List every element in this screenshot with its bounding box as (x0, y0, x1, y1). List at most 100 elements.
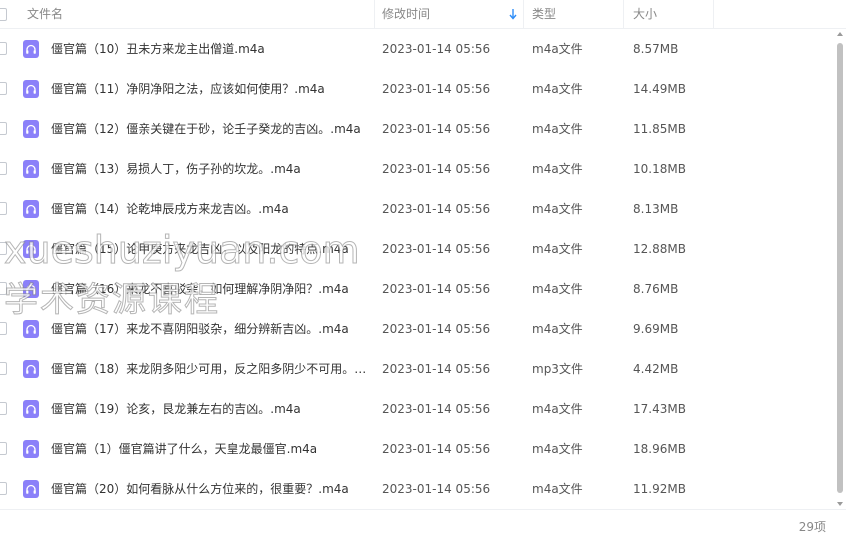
scroll-thumb[interactable] (837, 43, 843, 493)
file-modified-date: 2023-01-14 05:56 (382, 202, 491, 216)
file-list: 僵官篇（10）丑未方来龙主出僧道.m4a 2023-01-14 05:56 m4… (0, 29, 834, 509)
file-size: 10.18MB (633, 162, 686, 176)
file-row[interactable]: 僵官篇（13）易损人丁，伤子孙的坎龙。.m4a 2023-01-14 05:56… (0, 149, 834, 189)
column-divider[interactable] (623, 0, 624, 29)
file-type: m4a文件 (532, 482, 583, 496)
file-name: 僵官篇（15）论甲庚方来龙吉凶，以及阳龙的特点.m4a (51, 242, 349, 256)
row-checkbox[interactable] (0, 202, 7, 215)
file-modified-date: 2023-01-14 05:56 (382, 122, 491, 136)
file-row[interactable]: 僵官篇（20）如何看脉从什么方位来的，很重要？.m4a 2023-01-14 0… (0, 469, 834, 509)
file-modified-date: 2023-01-14 05:56 (382, 482, 491, 496)
column-header-size[interactable]: 大小 (633, 0, 657, 29)
file-size: 12.88MB (633, 242, 686, 256)
audio-file-icon (23, 160, 39, 178)
file-modified-date: 2023-01-14 05:56 (382, 82, 491, 96)
audio-file-icon (23, 480, 39, 498)
file-modified-date: 2023-01-14 05:56 (382, 42, 491, 56)
file-name: 僵官篇（13）易损人丁，伤子孙的坎龙。.m4a (51, 162, 301, 176)
file-row[interactable]: 僵官篇（10）丑未方来龙主出僧道.m4a 2023-01-14 05:56 m4… (0, 29, 834, 69)
file-type: m4a文件 (532, 42, 583, 56)
sort-descending-icon[interactable] (508, 6, 518, 22)
file-modified-date: 2023-01-14 05:56 (382, 162, 491, 176)
file-type: m4a文件 (532, 442, 583, 456)
file-row[interactable]: 僵官篇（15）论甲庚方来龙吉凶，以及阳龙的特点.m4a 2023-01-14 0… (0, 229, 834, 269)
row-checkbox[interactable] (0, 82, 7, 95)
row-checkbox[interactable] (0, 122, 7, 135)
vertical-scrollbar[interactable] (834, 29, 846, 509)
row-checkbox[interactable] (0, 442, 7, 455)
file-type: m4a文件 (532, 162, 583, 176)
audio-file-icon (23, 240, 39, 258)
row-checkbox[interactable] (0, 362, 7, 375)
file-size: 17.43MB (633, 402, 686, 416)
item-count: 29项 (798, 520, 826, 534)
file-name: 僵官篇（1）僵官篇讲了什么，天皇龙最僵官.m4a (51, 442, 318, 456)
audio-file-icon (23, 280, 39, 298)
file-type: m4a文件 (532, 402, 583, 416)
select-all-checkbox[interactable] (0, 8, 7, 21)
file-row[interactable]: 僵官篇（16）来龙不喜驳杂，如何理解净阴净阳？.m4a 2023-01-14 0… (0, 269, 834, 309)
file-name: 僵官篇（10）丑未方来龙主出僧道.m4a (51, 42, 265, 56)
file-type: m4a文件 (532, 122, 583, 136)
file-row[interactable]: 僵官篇（14）论乾坤辰戌方来龙吉凶。.m4a 2023-01-14 05:56 … (0, 189, 834, 229)
row-checkbox[interactable] (0, 482, 7, 495)
row-checkbox[interactable] (0, 42, 7, 55)
column-header-name[interactable]: 文件名 (27, 0, 63, 29)
file-type: m4a文件 (532, 242, 583, 256)
status-bar: 29项 (0, 509, 846, 543)
audio-file-icon (23, 200, 39, 218)
file-size: 11.92MB (633, 482, 686, 496)
file-type: m4a文件 (532, 82, 583, 96)
file-modified-date: 2023-01-14 05:56 (382, 362, 491, 376)
row-checkbox[interactable] (0, 322, 7, 335)
file-type: mp3文件 (532, 362, 583, 376)
file-size: 8.57MB (633, 42, 679, 56)
audio-file-icon (23, 80, 39, 98)
file-list-header: 文件名 修改时间 类型 大小 (0, 0, 846, 29)
file-row[interactable]: 僵官篇（12）僵亲关键在于砂，论壬子癸龙的吉凶。.m4a 2023-01-14 … (0, 109, 834, 149)
file-modified-date: 2023-01-14 05:56 (382, 322, 491, 336)
row-checkbox[interactable] (0, 402, 7, 415)
audio-file-icon (23, 320, 39, 338)
column-divider[interactable] (713, 0, 714, 29)
audio-file-icon (23, 400, 39, 418)
row-checkbox[interactable] (0, 242, 7, 255)
file-size: 18.96MB (633, 442, 686, 456)
audio-file-icon (23, 440, 39, 458)
file-name: 僵官篇（12）僵亲关键在于砂，论壬子癸龙的吉凶。.m4a (51, 122, 361, 136)
column-divider[interactable] (374, 0, 375, 29)
scroll-down-arrow-icon[interactable] (837, 502, 843, 506)
row-checkbox[interactable] (0, 162, 7, 175)
audio-file-icon (23, 360, 39, 378)
audio-file-icon (23, 40, 39, 58)
file-name: 僵官篇（19）论亥，艮龙兼左右的吉凶。.m4a (51, 402, 301, 416)
column-header-type[interactable]: 类型 (532, 0, 556, 29)
file-name: 僵官篇（11）净阴净阳之法，应该如何使用？.m4a (51, 82, 325, 96)
column-divider[interactable] (523, 0, 524, 29)
file-name: 僵官篇（18）来龙阴多阳少可用，反之阳多阴少不可用。.mp3 (51, 362, 369, 376)
file-name: 僵官篇（20）如何看脉从什么方位来的，很重要？.m4a (51, 482, 349, 496)
file-type: m4a文件 (532, 202, 583, 216)
file-type: m4a文件 (532, 322, 583, 336)
file-modified-date: 2023-01-14 05:56 (382, 242, 491, 256)
file-row[interactable]: 僵官篇（11）净阴净阳之法，应该如何使用？.m4a 2023-01-14 05:… (0, 69, 834, 109)
file-row[interactable]: 僵官篇（19）论亥，艮龙兼左右的吉凶。.m4a 2023-01-14 05:56… (0, 389, 834, 429)
file-size: 8.13MB (633, 202, 679, 216)
file-size: 14.49MB (633, 82, 686, 96)
file-row[interactable]: 僵官篇（17）来龙不喜阴阳驳杂，细分辨新吉凶。.m4a 2023-01-14 0… (0, 309, 834, 349)
file-row[interactable]: 僵官篇（1）僵官篇讲了什么，天皇龙最僵官.m4a 2023-01-14 05:5… (0, 429, 834, 469)
file-modified-date: 2023-01-14 05:56 (382, 402, 491, 416)
file-size: 9.69MB (633, 322, 679, 336)
file-name: 僵官篇（14）论乾坤辰戌方来龙吉凶。.m4a (51, 202, 289, 216)
column-header-date[interactable]: 修改时间 (382, 0, 430, 29)
file-type: m4a文件 (532, 282, 583, 296)
file-name: 僵官篇（17）来龙不喜阴阳驳杂，细分辨新吉凶。.m4a (51, 322, 349, 336)
file-name: 僵官篇（16）来龙不喜驳杂，如何理解净阴净阳？.m4a (51, 282, 349, 296)
scroll-up-arrow-icon[interactable] (837, 32, 843, 36)
file-modified-date: 2023-01-14 05:56 (382, 282, 491, 296)
file-size: 4.42MB (633, 362, 679, 376)
file-modified-date: 2023-01-14 05:56 (382, 442, 491, 456)
file-size: 11.85MB (633, 122, 686, 136)
file-row[interactable]: 僵官篇（18）来龙阴多阳少可用，反之阳多阴少不可用。.mp3 2023-01-1… (0, 349, 834, 389)
row-checkbox[interactable] (0, 282, 7, 295)
